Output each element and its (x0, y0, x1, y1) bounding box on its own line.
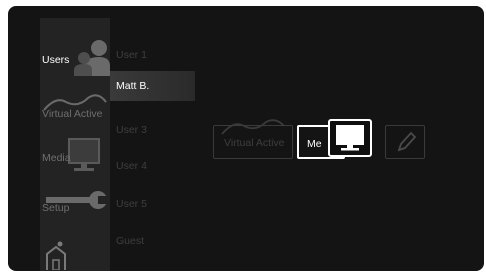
virtual-active-button[interactable]: Virtual Active (213, 119, 293, 159)
sidebar-item-setup[interactable]: Setup (40, 188, 110, 224)
sidebar-item-users[interactable]: Users (40, 34, 110, 76)
list-item-guest[interactable]: Guest (110, 226, 195, 256)
list-item-user-4[interactable]: User 4 (110, 151, 195, 181)
media-popup[interactable] (328, 119, 372, 157)
monitor-icon (68, 138, 100, 171)
list-item-user-5[interactable]: User 5 (110, 189, 195, 219)
users-icon (74, 40, 110, 76)
list-item-matt-b[interactable]: Matt B. (110, 71, 195, 101)
sidebar-item-label: Users (42, 54, 70, 66)
sidebar-item-label: Setup (42, 202, 70, 214)
sidebar-item-home[interactable] (40, 238, 110, 271)
user-list: User 1 Matt B. User 3 User 4 User 5 Gues… (110, 6, 195, 271)
me-label: Me (307, 138, 322, 150)
home-icon (46, 241, 66, 270)
sidebar-item-label: Virtual Active (42, 108, 103, 120)
mountain-icon (221, 119, 285, 135)
pencil-icon (397, 131, 417, 152)
screen: Users Virtual Active Media Setup User 1 … (8, 6, 484, 271)
sidebar-item-label: Media (42, 152, 71, 164)
sidebar-item-media[interactable]: Media (40, 136, 110, 178)
list-item-user-1[interactable]: User 1 (110, 40, 195, 70)
edit-button[interactable] (385, 125, 425, 159)
sidebar-item-virtual-active[interactable]: Virtual Active (40, 90, 110, 128)
virtual-active-label: Virtual Active (224, 137, 285, 149)
list-item-user-3[interactable]: User 3 (110, 115, 195, 145)
sidebar: Users Virtual Active Media Setup (40, 18, 110, 271)
monitor-icon (336, 125, 364, 151)
